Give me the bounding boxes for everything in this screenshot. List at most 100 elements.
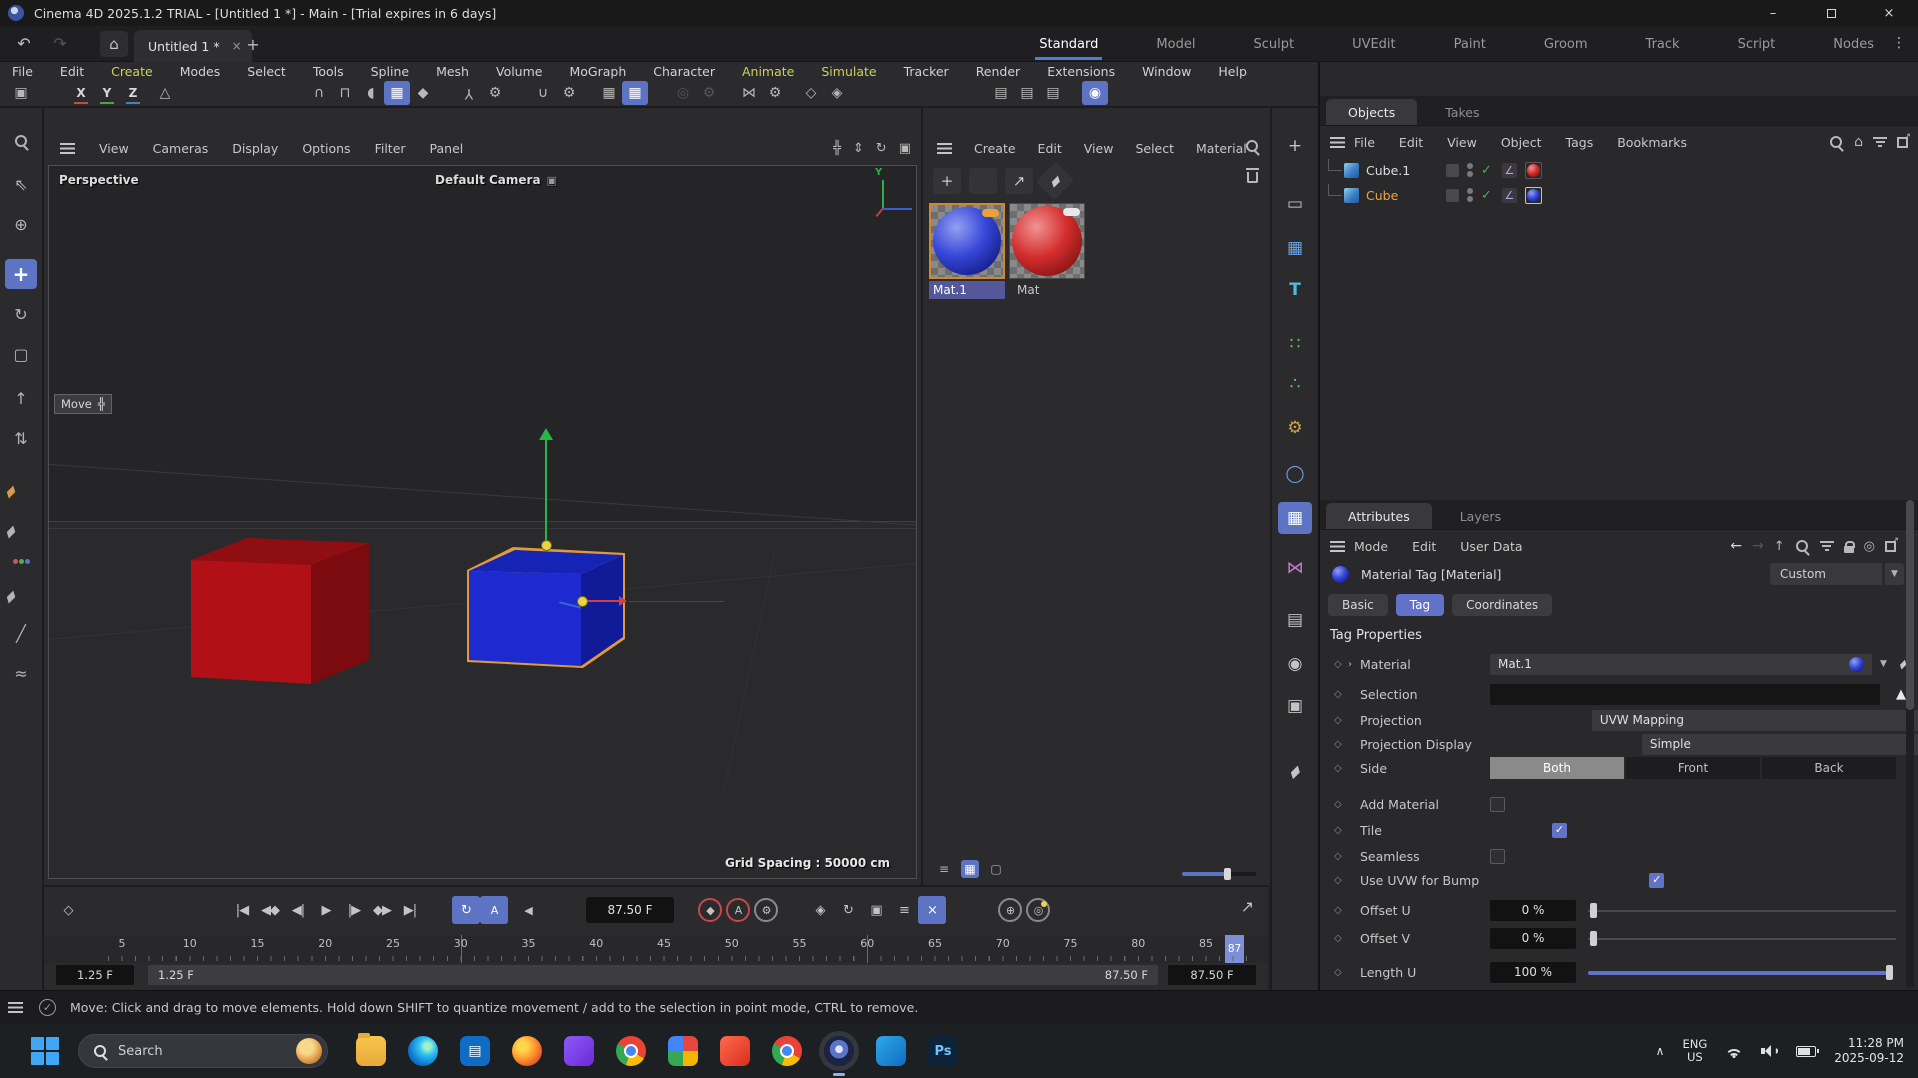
battery-icon[interactable] (1796, 1046, 1816, 1057)
add-material-checkbox[interactable] (1490, 797, 1505, 812)
range-start-field[interactable]: 1.25 F (56, 965, 134, 985)
spline-pen-icon[interactable]: ⊓ (332, 81, 358, 105)
object-row[interactable]: Cube.1 ✓ ∠ (1320, 158, 1918, 182)
color-dots-icon[interactable] (13, 559, 18, 564)
offset-u-field[interactable]: 0 % (1490, 900, 1576, 921)
workplane-grid-icon[interactable]: ▦ (596, 81, 622, 105)
key-pla-icon[interactable]: × (918, 896, 946, 924)
viewport-canvas[interactable]: Perspective Default Camera ▣ Y X Move ╬ (48, 165, 917, 879)
edges-mode-icon[interactable]: ∴ (1278, 368, 1312, 400)
layout-tab[interactable]: Groom (1540, 28, 1592, 60)
delete-material-icon[interactable] (1247, 172, 1258, 183)
current-frame-field[interactable]: 87.50 F (586, 897, 674, 923)
material-menu-item[interactable]: Select (1135, 141, 1174, 156)
attributes-menu-item[interactable]: User Data (1460, 539, 1522, 554)
points-mode-icon[interactable]: ∷ (1278, 328, 1312, 360)
add-tab-button[interactable]: + (242, 34, 264, 56)
selection-field[interactable] (1490, 684, 1880, 705)
start-button[interactable] (30, 1036, 60, 1066)
language-switcher[interactable]: ENGUS (1682, 1038, 1707, 1064)
projection-dropdown[interactable]: UVW Mapping▼ (1592, 710, 1918, 731)
objects-menu-item[interactable]: Object (1501, 135, 1542, 150)
taskbar-edge[interactable] (408, 1036, 438, 1066)
minimize-button[interactable]: – (1744, 0, 1802, 26)
taskbar-photoshop[interactable]: Ps (928, 1036, 958, 1066)
selection-drop-icon[interactable]: ▲ (1896, 687, 1906, 702)
objects-search-icon[interactable] (1829, 135, 1844, 150)
document-tab[interactable]: Untitled 1 * × (134, 30, 252, 62)
lock-x-icon[interactable]: X (68, 81, 94, 105)
red-cube-object[interactable] (191, 535, 369, 684)
cube-primitive-icon[interactable]: ▦ (384, 81, 410, 105)
menubar-item[interactable]: Render (976, 64, 1021, 79)
viewport-menu-item[interactable]: View (99, 141, 129, 156)
enabled-check-icon[interactable]: ✓ (1481, 188, 1492, 203)
menubar-item[interactable]: Simulate (821, 64, 876, 79)
material-dropdown-arrow[interactable]: ▼ (1880, 659, 1887, 669)
close-tab-icon[interactable]: × (232, 39, 242, 53)
pan-view-icon[interactable]: ╬ (833, 141, 841, 156)
playhead[interactable]: 87 (1225, 935, 1244, 963)
render-settings-icon[interactable]: ◉ (1082, 81, 1108, 105)
material-tag-icon[interactable] (1525, 162, 1542, 179)
single-view-icon[interactable]: ▢ (987, 860, 1005, 878)
phong-tag-icon[interactable]: ∠ (1502, 188, 1517, 203)
redo-icon[interactable]: ↷ (48, 32, 72, 56)
viewport-camera-label[interactable]: Default Camera ▣ (435, 173, 557, 187)
material-thumbnail[interactable] (1009, 203, 1085, 279)
grid-view-icon[interactable]: ▦ (961, 860, 979, 878)
history-forward-icon[interactable]: → (1752, 538, 1764, 554)
layout-tab[interactable]: Paint (1450, 28, 1490, 60)
taskbar-store[interactable] (460, 1036, 490, 1066)
coord-system-icon[interactable]: △ (152, 81, 178, 105)
target-icon[interactable]: ◎ (1864, 539, 1875, 554)
loop-playback-icon[interactable]: ↻ (452, 896, 480, 924)
taskbar-search[interactable]: Search (78, 1034, 328, 1068)
objects-menu-item[interactable]: Bookmarks (1617, 135, 1687, 150)
gizmo-x-axis[interactable] (583, 600, 619, 602)
new-material-button[interactable]: + (933, 168, 961, 194)
lock-z-icon[interactable]: Z (120, 81, 146, 105)
menubar-item[interactable]: Tracker (904, 64, 949, 79)
section-tab[interactable]: Basic (1328, 594, 1388, 616)
gizmo-y-arrowhead[interactable] (539, 421, 553, 440)
layout-tab[interactable]: Sculpt (1249, 28, 1298, 60)
key-parameter-icon[interactable]: ≡ (890, 896, 918, 924)
status-menu-icon[interactable] (8, 1002, 23, 1013)
mograph-icon[interactable]: ◎ (670, 81, 696, 105)
panel-tab[interactable]: Layers (1438, 503, 1523, 529)
taskbar-folder[interactable] (356, 1036, 386, 1066)
extrude-tool-icon[interactable]: ◆ (410, 81, 436, 105)
render-view-icon[interactable]: ▤ (988, 81, 1014, 105)
sculpt-primitive-icon[interactable]: ◖ (358, 81, 384, 105)
undo-icon[interactable]: ↶ (12, 32, 36, 56)
sound-toggle-icon[interactable]: ◀ (514, 896, 542, 924)
objects-popout-icon[interactable] (1897, 137, 1908, 148)
next-key-icon[interactable]: ◆▶ (368, 896, 396, 924)
scale-tool-icon[interactable]: ▢ (5, 339, 37, 369)
camera-time-icon[interactable]: ◉ (1278, 648, 1312, 680)
enabled-check-icon[interactable]: ✓ (1481, 163, 1492, 178)
taskbar-cinema4d[interactable] (824, 1036, 854, 1066)
object-row[interactable]: Cube ✓ ∠ (1320, 183, 1918, 207)
menubar-item[interactable]: Modes (180, 64, 221, 79)
timeline-ruler[interactable]: 87 510152025303540455055606570758085 (44, 935, 1268, 963)
layout-tab[interactable]: Nodes (1829, 28, 1878, 60)
attributes-popout-icon[interactable] (1885, 541, 1896, 552)
mograph-settings-icon[interactable]: ⚙ (696, 81, 722, 105)
menubar-item[interactable]: Extensions (1047, 64, 1115, 79)
render-picture-viewer-icon[interactable]: ▤ (1014, 81, 1040, 105)
field-settings-icon[interactable]: ⚙ (556, 81, 582, 105)
taskbar-red-app[interactable] (720, 1036, 750, 1066)
attributes-scrollbar[interactable] (1906, 500, 1914, 988)
transfer-tool-icon[interactable]: ↑ (5, 383, 37, 413)
material-menu-item[interactable]: View (1084, 141, 1114, 156)
taskbar-vscode[interactable] (876, 1036, 906, 1066)
play-icon[interactable]: ▶ (312, 896, 340, 924)
material-sphere-button[interactable] (969, 168, 997, 194)
attributes-menu-icon[interactable] (1330, 541, 1345, 552)
gizmo-handle[interactable] (541, 540, 552, 551)
preset-dropdown[interactable]: Custom (1770, 563, 1882, 585)
length-u-field[interactable]: 100 % (1490, 962, 1576, 983)
parent-up-icon[interactable]: ↑ (1774, 539, 1785, 554)
